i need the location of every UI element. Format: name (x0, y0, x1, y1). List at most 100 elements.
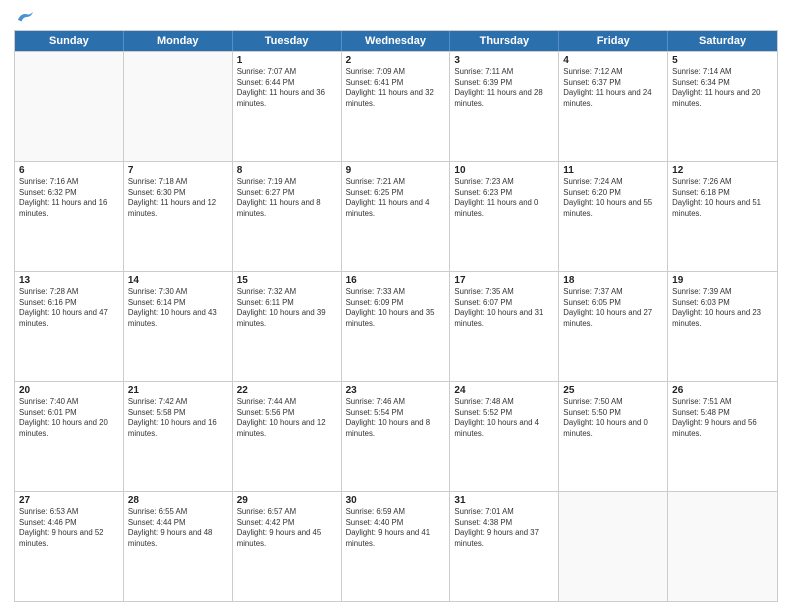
cell-daylight: Daylight: 10 hours and 43 minutes. (128, 308, 217, 328)
cell-sunset: Sunset: 4:46 PM (19, 518, 77, 527)
cell-daylight: Daylight: 10 hours and 16 minutes. (128, 418, 217, 438)
cell-info: Sunrise: 6:53 AMSunset: 4:46 PMDaylight:… (19, 507, 119, 549)
cell-daylight: Daylight: 11 hours and 36 minutes. (237, 88, 325, 108)
calendar-row-1: 6Sunrise: 7:16 AMSunset: 6:32 PMDaylight… (15, 161, 777, 271)
weekday-header-tuesday: Tuesday (233, 31, 342, 51)
calendar-row-3: 20Sunrise: 7:40 AMSunset: 6:01 PMDayligh… (15, 381, 777, 491)
cell-sunrise: Sunrise: 7:33 AM (346, 287, 405, 296)
cell-day-number: 21 (128, 385, 228, 396)
cell-sunrise: Sunrise: 7:28 AM (19, 287, 78, 296)
cell-daylight: Daylight: 11 hours and 32 minutes. (346, 88, 434, 108)
cell-day-number: 26 (672, 385, 773, 396)
calendar-cell-0-0 (15, 52, 124, 161)
cell-daylight: Daylight: 10 hours and 8 minutes. (346, 418, 431, 438)
calendar-cell-3-6: 26Sunrise: 7:51 AMSunset: 5:48 PMDayligh… (668, 382, 777, 491)
calendar-cell-1-0: 6Sunrise: 7:16 AMSunset: 6:32 PMDaylight… (15, 162, 124, 271)
cell-sunrise: Sunrise: 7:12 AM (563, 67, 622, 76)
cell-info: Sunrise: 7:14 AMSunset: 6:34 PMDaylight:… (672, 67, 773, 109)
cell-sunset: Sunset: 6:11 PM (237, 298, 294, 307)
cell-daylight: Daylight: 10 hours and 51 minutes. (672, 198, 761, 218)
calendar-cell-1-6: 12Sunrise: 7:26 AMSunset: 6:18 PMDayligh… (668, 162, 777, 271)
cell-day-number: 5 (672, 55, 773, 66)
cell-day-number: 13 (19, 275, 119, 286)
cell-info: Sunrise: 7:28 AM Sunset: 6:16 PMDaylight:… (19, 287, 119, 329)
calendar-cell-4-0: 27Sunrise: 6:53 AMSunset: 4:46 PMDayligh… (15, 492, 124, 601)
calendar-cell-4-3: 30Sunrise: 6:59 AMSunset: 4:40 PMDayligh… (342, 492, 451, 601)
cell-daylight: Daylight: 9 hours and 45 minutes. (237, 528, 322, 548)
cell-sunset: Sunset: 6:27 PM (237, 188, 295, 197)
cell-sunset: Sunset: 6:16 PM (19, 298, 77, 307)
cell-info: Sunrise: 6:59 AMSunset: 4:40 PMDaylight:… (346, 507, 446, 549)
cell-sunrise: Sunrise: 7:21 AM (346, 177, 405, 186)
cell-sunrise: Sunrise: 7:32 AM (237, 287, 296, 296)
cell-info: Sunrise: 7:18 AMSunset: 6:30 PMDaylight:… (128, 177, 228, 219)
cell-day-number: 23 (346, 385, 446, 396)
calendar-row-0: 1Sunrise: 7:07 AMSunset: 6:44 PMDaylight… (15, 51, 777, 161)
cell-daylight: Daylight: 11 hours and 16 minutes. (19, 198, 107, 218)
cell-info: Sunrise: 7:42 AMSunset: 5:58 PMDaylight:… (128, 397, 228, 439)
cell-info: Sunrise: 7:16 AMSunset: 6:32 PMDaylight:… (19, 177, 119, 219)
cell-sunrise: Sunrise: 7:50 AM (563, 397, 622, 406)
cell-sunset: Sunset: 5:48 PM (672, 408, 730, 417)
cell-daylight: Daylight: 10 hours and 27 minutes. (563, 308, 652, 328)
weekday-header-saturday: Saturday (668, 31, 777, 51)
cell-sunrise: Sunrise: 6:55 AM (128, 507, 187, 516)
cell-day-number: 2 (346, 55, 446, 66)
cell-sunset: Sunset: 6:32 PM (19, 188, 77, 197)
cell-sunset: Sunset: 5:52 PM (454, 408, 512, 417)
cell-sunrise: Sunrise: 7:01 AM (454, 507, 513, 516)
cell-day-number: 16 (346, 275, 446, 286)
logo-bird-icon (16, 10, 34, 24)
cell-sunset: Sunset: 6:25 PM (346, 188, 404, 197)
cell-info: Sunrise: 7:50 AM Sunset: 5:50 PMDaylight:… (563, 397, 663, 439)
cell-daylight: Daylight: 11 hours and 8 minutes. (237, 198, 321, 218)
cell-sunset: Sunset: 5:50 PM (563, 408, 621, 417)
cell-info: Sunrise: 7:39 AMSunset: 6:03 PMDaylight:… (672, 287, 773, 329)
calendar: SundayMondayTuesdayWednesdayThursdayFrid… (14, 30, 778, 602)
cell-sunrise: Sunrise: 7:07 AM (237, 67, 296, 76)
cell-daylight: Daylight: 10 hours and 47 minutes. (19, 308, 108, 328)
weekday-header-thursday: Thursday (450, 31, 559, 51)
cell-day-number: 11 (563, 165, 663, 176)
cell-sunset: Sunset: 6:07 PM (454, 298, 512, 307)
calendar-row-2: 13Sunrise: 7:28 AMSunset: 6:16 PMDayligh… (15, 271, 777, 381)
calendar-cell-3-1: 21Sunrise: 7:42 AMSunset: 5:58 PMDayligh… (124, 382, 233, 491)
cell-sunrise: Sunrise: 7:09 AM (346, 67, 405, 76)
cell-day-number: 24 (454, 385, 554, 396)
cell-info: Sunrise: 6:55 AMSunset: 4:44 PMDaylight:… (128, 507, 228, 549)
cell-daylight: Daylight: 9 hours and 41 minutes. (346, 528, 431, 548)
calendar-row-4: 27Sunrise: 6:53 AMSunset: 4:46 PMDayligh… (15, 491, 777, 601)
calendar-cell-0-5: 4Sunrise: 7:12 AMSunset: 6:37 PMDaylight… (559, 52, 668, 161)
cell-daylight: Daylight: 10 hours and 55 minutes. (563, 198, 652, 218)
weekday-header-friday: Friday (559, 31, 668, 51)
cell-sunset: Sunset: 4:40 PM (346, 518, 404, 527)
calendar-header: SundayMondayTuesdayWednesdayThursdayFrid… (15, 31, 777, 51)
cell-sunset: Sunset: 6:05 PM (563, 298, 621, 307)
calendar-cell-4-2: 29Sunrise: 6:57 AM Sunset: 4:42 PMDayligh… (233, 492, 342, 601)
cell-sunrise: Sunrise: 6:57 AM (237, 507, 296, 516)
cell-info: Sunrise: 7:44 AMSunset: 5:56 PMDaylight:… (237, 397, 337, 439)
cell-daylight: Daylight: 11 hours and 20 minutes. (672, 88, 760, 108)
cell-day-number: 8 (237, 165, 337, 176)
cell-sunset: Sunset: 5:58 PM (128, 408, 186, 417)
cell-sunset: Sunset: 6:01 PM (19, 408, 77, 417)
cell-sunset: Sunset: 6:09 PM (346, 298, 404, 307)
calendar-cell-4-1: 28Sunrise: 6:55 AMSunset: 4:44 PMDayligh… (124, 492, 233, 601)
calendar-cell-4-4: 31Sunrise: 7:01 AMSunset: 4:38 PMDayligh… (450, 492, 559, 601)
cell-daylight: Daylight: 10 hours and 4 minutes. (454, 418, 539, 438)
cell-sunrise: Sunrise: 7:40 AM (19, 397, 78, 406)
cell-daylight: Daylight: 10 hours and 20 minutes. (19, 418, 108, 438)
cell-info: Sunrise: 7:12 AMSunset: 6:37 PMDaylight:… (563, 67, 663, 109)
cell-day-number: 29 (237, 495, 337, 506)
cell-daylight: Daylight: 9 hours and 56 minutes. (672, 418, 757, 438)
cell-daylight: Daylight: 10 hours and 0 minutes. (563, 418, 648, 438)
cell-sunset: Sunset: 5:54 PM (346, 408, 404, 417)
cell-sunset: Sunset: 4:42 PM (237, 518, 295, 527)
cell-sunrise: Sunrise: 7:14 AM (672, 67, 731, 76)
cell-sunrise: Sunrise: 7:39 AM (672, 287, 731, 296)
cell-day-number: 30 (346, 495, 446, 506)
calendar-cell-2-1: 14Sunrise: 7:30 AMSunset: 6:14 PMDayligh… (124, 272, 233, 381)
cell-daylight: Daylight: 9 hours and 37 minutes. (454, 528, 539, 548)
cell-info: Sunrise: 7:51 AMSunset: 5:48 PMDaylight:… (672, 397, 773, 439)
calendar-cell-1-2: 8Sunrise: 7:19 AMSunset: 6:27 PMDaylight… (233, 162, 342, 271)
